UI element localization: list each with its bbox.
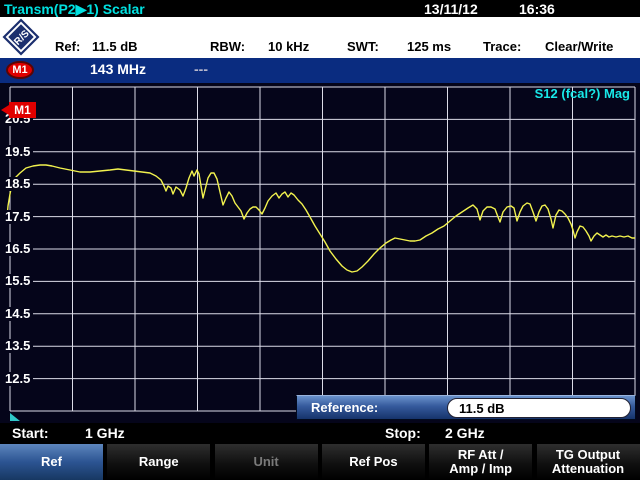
trace-label: Trace: bbox=[483, 39, 521, 54]
softkey-tg-output[interactable]: TG OutputAttenuation bbox=[537, 444, 640, 480]
softkey-label: Range bbox=[139, 455, 179, 469]
marker-value: --- bbox=[194, 61, 208, 77]
reference-entry-label: Reference: bbox=[311, 400, 378, 415]
marker-readout-bar: M1 143 MHz --- bbox=[0, 58, 640, 83]
softkey-label: RF Att / bbox=[458, 448, 504, 462]
y-axis-tick-label: 19.5 bbox=[5, 145, 33, 159]
softkey-label: Ref Pos bbox=[349, 455, 397, 469]
softkey-range[interactable]: Range bbox=[107, 444, 210, 480]
reference-input[interactable]: 11.5 dB bbox=[447, 398, 631, 418]
y-axis-tick-label: 17.5 bbox=[5, 210, 33, 224]
rs-logo-text: R/S bbox=[0, 14, 45, 61]
ref-value: 11.5 dB bbox=[92, 39, 138, 54]
swt-value: 125 ms bbox=[407, 39, 451, 54]
y-axis-tick-label: 18.5 bbox=[5, 177, 33, 191]
marker-m1-tag: M1 bbox=[9, 102, 36, 118]
softkey-label-line2: Attenuation bbox=[552, 462, 624, 476]
softkey-label: Ref bbox=[41, 455, 62, 469]
swt-label: SWT: bbox=[347, 39, 379, 54]
ref-label: Ref: bbox=[55, 39, 80, 54]
chart-background bbox=[0, 83, 640, 423]
rs-logo-icon: R/S bbox=[3, 19, 40, 56]
y-axis-tick-label: 16.5 bbox=[5, 242, 33, 256]
y-axis-tick-label: 15.5 bbox=[5, 274, 33, 288]
start-label: Start: bbox=[12, 425, 49, 441]
reference-entry-panel: Reference: 11.5 dB bbox=[296, 395, 636, 420]
start-value: 1 GHz bbox=[85, 425, 125, 441]
time-display: 16:36 bbox=[519, 1, 555, 17]
date-display: 13/11/12 bbox=[424, 1, 478, 17]
softkey-ref[interactable]: Ref bbox=[0, 444, 103, 480]
marker-frequency: 143 MHz bbox=[90, 61, 146, 77]
marker-offscreen-arrow-icon bbox=[1, 105, 9, 115]
trace-title: S12 (fcal?) Mag bbox=[535, 86, 630, 101]
frequency-axis-row: Start: 1 GHz Stop: 2 GHz bbox=[0, 423, 640, 444]
rbw-label: RBW: bbox=[210, 39, 245, 54]
softkey-label: Unit bbox=[253, 455, 278, 469]
trace-value: Clear/Write bbox=[545, 39, 613, 54]
instrument-screen: Transm(P2▶1) Scalar 13/11/12 16:36 R/S R… bbox=[0, 0, 640, 480]
softkey-ref-pos[interactable]: Ref Pos bbox=[322, 444, 425, 480]
softkey-rf-att[interactable]: RF Att /Amp / Imp bbox=[429, 444, 532, 480]
stop-label: Stop: bbox=[385, 425, 421, 441]
measurement-title: Transm(P2▶1) Scalar bbox=[4, 1, 145, 18]
y-axis-tick-label: 12.5 bbox=[5, 372, 33, 386]
settings-strip: R/S Ref: 11.5 dB Att: 0 dB RBW: 10 kHz S… bbox=[0, 17, 640, 58]
stop-value: 2 GHz bbox=[445, 425, 485, 441]
softkey-label: TG Output bbox=[556, 448, 620, 462]
rbw-value: 10 kHz bbox=[268, 39, 309, 54]
softkey-bar: RefRangeUnitRef PosRF Att /Amp / ImpTG O… bbox=[0, 444, 640, 480]
title-bar: Transm(P2▶1) Scalar 13/11/12 16:36 bbox=[0, 0, 640, 17]
softkey-label-line2: Amp / Imp bbox=[449, 462, 512, 476]
softkey-unit[interactable]: Unit bbox=[215, 444, 318, 480]
marker-m1-badge: M1 bbox=[6, 61, 34, 79]
y-axis-tick-label: 13.5 bbox=[5, 339, 33, 353]
y-axis-tick-label: 14.5 bbox=[5, 307, 33, 321]
